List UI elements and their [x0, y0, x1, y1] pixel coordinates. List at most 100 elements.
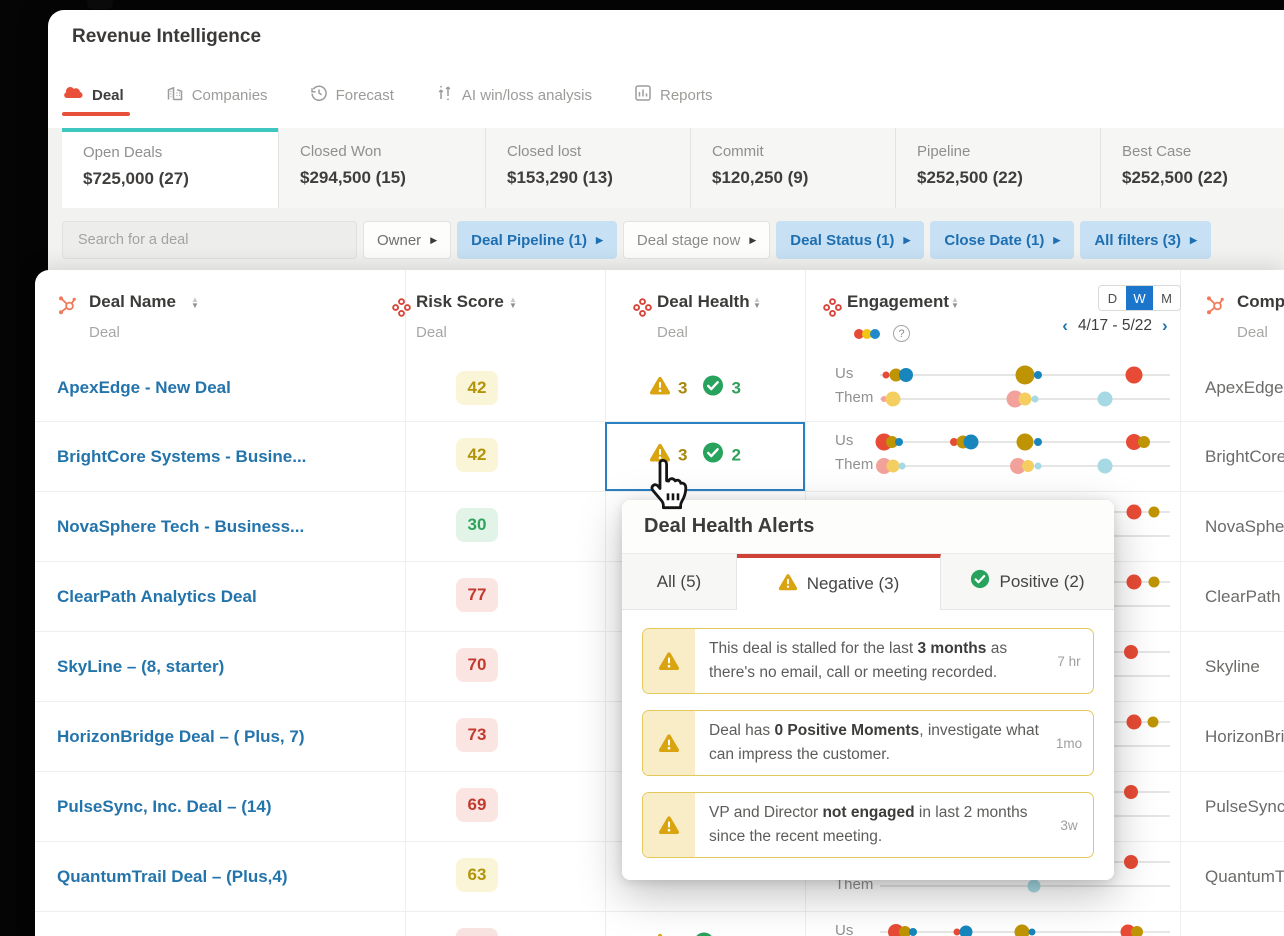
deal-health-cell[interactable]: 3 3: [649, 375, 741, 402]
tab-deal[interactable]: Deal: [64, 85, 124, 105]
deal-name-link[interactable]: PulseSync, Inc. Deal – (14): [57, 772, 271, 841]
table-row: Us Them: [35, 912, 1284, 936]
health-metric-icon: [633, 298, 652, 322]
sort-icon[interactable]: ▲▼: [191, 297, 199, 309]
summary-card-commit[interactable]: Commit $120,250 (9): [690, 128, 895, 208]
alert-text: Deal has 0 Positive Moments, investigate…: [695, 711, 1045, 775]
granularity-day[interactable]: D: [1099, 286, 1126, 310]
company-cell: ClearPath: [1205, 562, 1281, 631]
engagement-dot: [1016, 366, 1035, 385]
popup-tab-negative[interactable]: Negative (3): [737, 554, 941, 610]
tab-ai-winloss[interactable]: AI win/loss analysis: [436, 84, 592, 106]
date-range-nav: ‹ 4/17 - 5/22 ›: [1035, 316, 1195, 336]
alert-card: This deal is stalled for the last 3 mont…: [642, 628, 1094, 694]
summary-label: Closed Won: [300, 143, 485, 160]
summary-card-best-case[interactable]: Best Case $252,500 (22): [1100, 128, 1284, 208]
col-risk-score: Risk Score: [416, 292, 504, 312]
deal-name-link[interactable]: BrightCore Systems - Busine...: [57, 422, 306, 491]
col-deal-name: Deal Name: [89, 292, 176, 312]
deal-name-link[interactable]: SkyLine – (8, starter): [57, 632, 224, 701]
sort-icon[interactable]: ▲▼: [951, 297, 959, 309]
chevron-right-icon[interactable]: ›: [1162, 316, 1168, 336]
filter-label: Deal Pipeline (1): [471, 232, 587, 249]
engagement-dot: [1124, 855, 1138, 869]
engagement-dot: [1149, 507, 1160, 518]
popup-tab-label: Positive (2): [999, 572, 1084, 592]
company-cell: BrightCore: [1205, 422, 1284, 491]
help-icon[interactable]: ?: [893, 325, 910, 342]
company-cell: ApexEdge: [1205, 355, 1283, 421]
deal-name-link[interactable]: ClearPath Analytics Deal: [57, 562, 257, 631]
chevron-right-icon: ▶: [903, 235, 910, 246]
filter-owner[interactable]: Owner▶: [363, 221, 451, 259]
tab-reports[interactable]: Reports: [634, 84, 713, 106]
summary-value: $294,500 (15): [300, 168, 485, 188]
col-company: Comp: [1237, 292, 1284, 312]
summary-card-closed-won[interactable]: Closed Won $294,500 (15): [278, 128, 485, 208]
warning-icon: [778, 573, 798, 596]
engagement-dot: [898, 463, 905, 470]
filter-close-date[interactable]: Close Date (1)▶: [930, 221, 1074, 259]
engagement-dot: [1034, 371, 1042, 379]
popup-tab-all[interactable]: All (5): [622, 554, 737, 610]
win-loss-arrows-icon: [436, 84, 454, 106]
summary-card-closed-lost[interactable]: Closed lost $153,290 (13): [485, 128, 690, 208]
legend-blue-dot: [870, 329, 880, 339]
deal-health-cell[interactable]: [649, 932, 722, 936]
popup-tab-positive[interactable]: Positive (2): [941, 554, 1114, 610]
chevron-left-icon[interactable]: ‹: [1062, 316, 1068, 336]
engagement-dot: [1097, 459, 1112, 474]
engagement-dot: [1022, 460, 1034, 472]
filter-deal-status[interactable]: Deal Status (1)▶: [776, 221, 924, 259]
risk-score-badge: [456, 928, 498, 936]
engagement-dot: [1149, 577, 1160, 588]
warning-icon: [649, 933, 671, 936]
deal-name-link[interactable]: HorizonBridge Deal – ( Plus, 7): [57, 702, 305, 771]
tab-forecast[interactable]: Forecast: [310, 84, 394, 106]
warning-icon: [649, 376, 671, 401]
tab-companies[interactable]: Companies: [166, 84, 268, 106]
summary-label: Commit: [712, 143, 895, 160]
deal-name-link[interactable]: QuantumTrail Deal – (Plus,4): [57, 842, 288, 911]
engagement-dot: [1125, 367, 1142, 384]
summary-card-open-deals[interactable]: Open Deals $725,000 (27): [62, 128, 278, 208]
granularity-month[interactable]: M: [1153, 286, 1180, 310]
hubspot-icon: [57, 295, 77, 320]
us-label: Us: [835, 365, 853, 382]
col-deal-name-source: Deal: [89, 324, 120, 341]
sort-icon[interactable]: ▲▼: [753, 297, 761, 309]
col-deal-health-source: Deal: [657, 324, 688, 341]
filter-bar: Owner▶ Deal Pipeline (1)▶ Deal stage now…: [62, 221, 1211, 259]
engagement-them-track: [880, 465, 1170, 467]
filter-label: Owner: [377, 232, 421, 249]
warning-icon: [643, 629, 695, 693]
engagement-dot: [1019, 393, 1032, 406]
engagement-dot: [1035, 463, 1042, 470]
col-engagement: Engagement: [847, 292, 949, 312]
engagement-dot: [882, 372, 889, 379]
them-label: Them: [835, 389, 873, 406]
warning-icon: [643, 711, 695, 775]
main-nav: Deal Companies Forecast AI win/loss anal…: [64, 84, 713, 106]
alert-card: Deal has 0 Positive Moments, investigate…: [642, 710, 1094, 776]
engagement-dot: [1097, 392, 1112, 407]
deal-name-link[interactable]: NovaSphere Tech - Business...: [57, 492, 304, 561]
filter-all-filters[interactable]: All filters (3)▶: [1080, 221, 1211, 259]
company-cell: QuantumTrail: [1205, 842, 1284, 911]
engagement-dot: [964, 435, 979, 450]
summary-value: $153,290 (13): [507, 168, 690, 188]
check-icon: [702, 375, 724, 402]
summary-label: Best Case: [1122, 143, 1284, 160]
sort-icon[interactable]: ▲▼: [509, 297, 517, 309]
engagement-dot: [899, 368, 913, 382]
deal-name-link[interactable]: ApexEdge - New Deal: [57, 355, 231, 421]
granularity-week[interactable]: W: [1126, 286, 1153, 310]
search-input[interactable]: [62, 221, 357, 259]
tab-forecast-label: Forecast: [336, 87, 394, 104]
check-icon: [693, 932, 715, 936]
alert-age: 1mo: [1045, 711, 1093, 775]
filter-deal-stage[interactable]: Deal stage now▶: [623, 221, 770, 259]
summary-card-pipeline[interactable]: Pipeline $252,500 (22): [895, 128, 1100, 208]
filter-deal-pipeline[interactable]: Deal Pipeline (1)▶: [457, 221, 617, 259]
table-header: Deal Name ▲▼ Deal Risk Score ▲▼ Deal Dea…: [35, 270, 1284, 355]
